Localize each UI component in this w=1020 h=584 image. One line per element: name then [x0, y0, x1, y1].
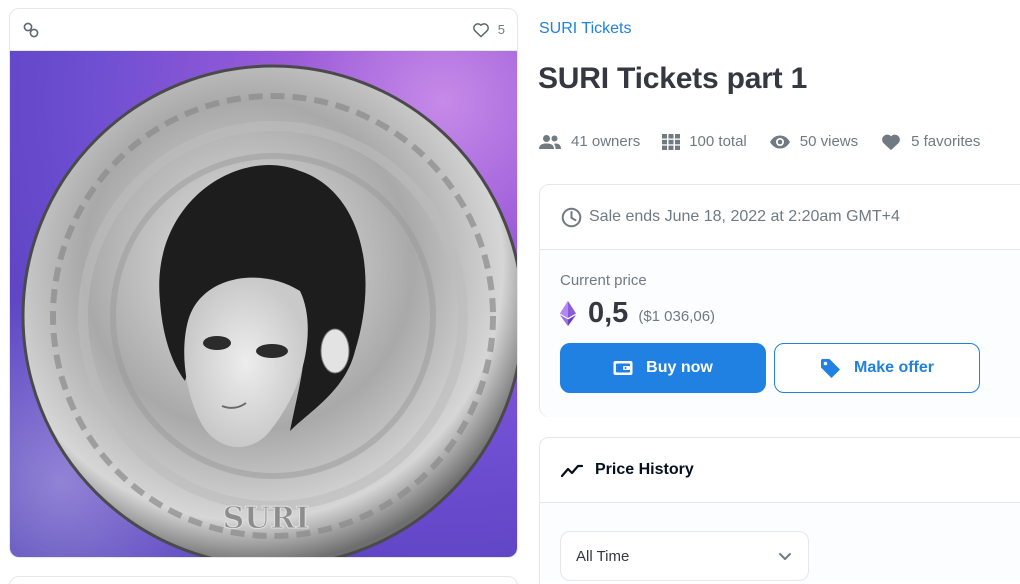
collection-link[interactable]: SURI Tickets [539, 20, 631, 38]
owners-label: 41 owners [571, 133, 641, 150]
make-offer-button[interactable]: Make offer [774, 343, 980, 393]
total-label: 100 total [689, 133, 747, 150]
sale-end-row: Sale ends June 18, 2022 at 2:20am GMT+4 [540, 185, 1020, 250]
media-header: 5 [10, 9, 517, 51]
ethereum-icon [560, 301, 576, 326]
buy-now-button[interactable]: Buy now [560, 343, 766, 393]
price-value: 0,5 [588, 297, 629, 329]
trending-icon [561, 464, 583, 477]
nft-image[interactable]: SURI [10, 51, 517, 557]
heart-outline-icon [472, 23, 489, 38]
sale-end-text: Sale ends June 18, 2022 at 2:20am GMT+4 [589, 208, 900, 225]
favorite-button[interactable]: 5 [472, 21, 505, 38]
chain-icon[interactable] [22, 21, 40, 39]
price-history-title: Price History [595, 461, 694, 478]
clock-icon [561, 207, 582, 227]
price-row: 0,5 ($1 036,06) [560, 297, 1020, 330]
wallet-icon [613, 361, 633, 375]
total-stat: 100 total [662, 133, 747, 150]
price-block: Current price 0,5 ($1 036,06) Buy now Ma… [540, 250, 1020, 417]
price-history-card: Price History All Time [539, 437, 1020, 584]
chevron-down-icon [779, 552, 791, 560]
action-buttons: Buy now Make offer [560, 343, 1020, 393]
heart-icon [882, 134, 901, 151]
item-stats: 41 owners 100 total 50 views 5 favorites [538, 132, 1002, 151]
media-card: 5 SURI [9, 8, 518, 558]
favorites-count: 5 [497, 22, 505, 37]
views-label: 50 views [799, 133, 859, 150]
grid-icon [662, 133, 681, 150]
price-history-body: All Time [540, 503, 1020, 581]
media-details-card [9, 576, 518, 584]
favorites-stat[interactable]: 5 favorites [880, 132, 980, 151]
owners-stat[interactable]: 41 owners [538, 133, 640, 150]
make-offer-label: Make offer [853, 359, 935, 376]
coin-inscription: SURI [223, 501, 310, 536]
price-label: Current price [560, 272, 647, 289]
trade-card: Sale ends June 18, 2022 at 2:20am GMT+4 … [539, 184, 1020, 417]
views-stat: 50 views [769, 133, 858, 150]
people-icon [539, 134, 561, 149]
price-fiat: ($1 036,06) [638, 308, 716, 325]
time-filter-value: All Time [576, 547, 630, 565]
price-history-header[interactable]: Price History [540, 438, 1020, 503]
favorites-label: 5 favorites [911, 133, 981, 150]
eye-icon [769, 135, 790, 148]
buy-now-label: Buy now [646, 359, 713, 376]
time-filter-select[interactable]: All Time [560, 531, 809, 581]
item-title: SURI Tickets part 1 [538, 62, 808, 95]
tag-icon [820, 358, 840, 378]
